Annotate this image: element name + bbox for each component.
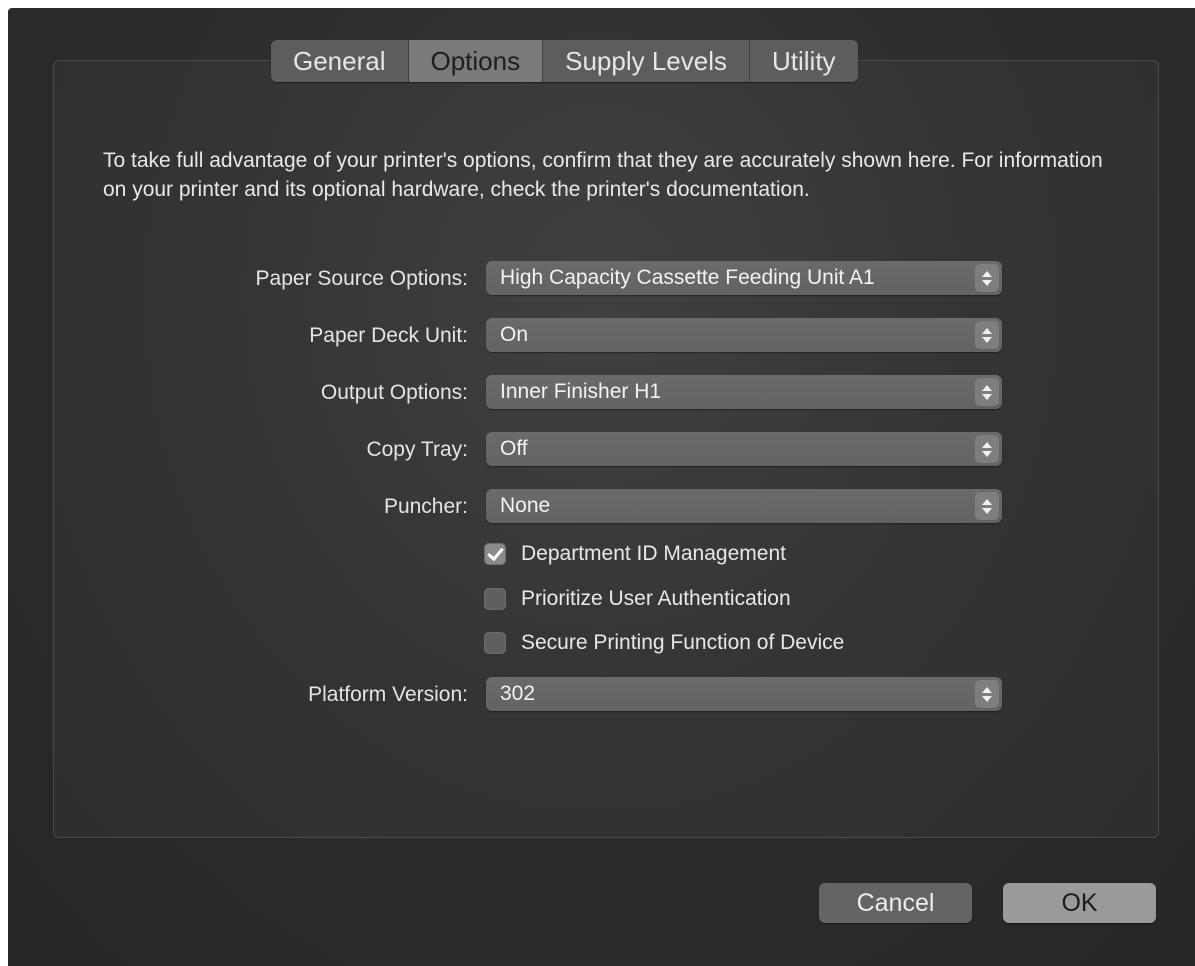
copy-tray-popup[interactable]: Off (486, 432, 1002, 466)
output-options-popup[interactable]: Inner Finisher H1 (486, 375, 1002, 409)
copy-tray-row: Copy Tray: Off (8, 432, 1008, 468)
copy-tray-label: Copy Tray: (366, 438, 468, 461)
prioritize-auth-checkbox-row[interactable]: Prioritize User Authentication (484, 584, 791, 614)
department-id-checkbox[interactable] (484, 543, 506, 565)
prioritize-auth-label: Prioritize User Authentication (521, 587, 791, 610)
platform-version-label: Platform Version: (308, 683, 468, 706)
tab-options[interactable]: Options (408, 40, 544, 82)
copy-tray-value: Off (500, 437, 528, 460)
paper-deck-value: On (500, 323, 529, 346)
department-id-label: Department ID Management (521, 542, 786, 565)
up-down-arrows-icon (975, 680, 999, 708)
up-down-arrows-icon (975, 492, 999, 520)
department-id-checkbox-row[interactable]: Department ID Management (484, 539, 786, 569)
secure-printing-checkbox-row[interactable]: Secure Printing Function of Device (484, 628, 844, 658)
up-down-arrows-icon (975, 378, 999, 406)
intro-text: To take full advantage of your printer's… (103, 149, 1103, 201)
prioritize-auth-checkbox[interactable] (484, 588, 506, 610)
secure-printing-label: Secure Printing Function of Device (521, 631, 845, 654)
checkmark-icon (487, 543, 504, 562)
paper-source-row: Paper Source Options: High Capacity Cass… (8, 261, 1008, 297)
puncher-label: Puncher: (383, 495, 468, 518)
secure-printing-checkbox[interactable] (484, 632, 506, 654)
output-options-value: Inner Finisher H1 (500, 380, 662, 403)
output-options-row: Output Options: Inner Finisher H1 (8, 375, 1008, 411)
up-down-arrows-icon (975, 264, 999, 292)
paper-deck-popup[interactable]: On (486, 318, 1002, 352)
puncher-value: None (500, 494, 551, 517)
ok-button[interactable]: OK (1003, 883, 1156, 923)
platform-version-value: 302 (500, 682, 536, 705)
cancel-button[interactable]: Cancel (819, 883, 972, 923)
paper-source-value: High Capacity Cassette Feeding Unit A1 (500, 266, 875, 289)
printer-options-dialog: General Options Supply Levels Utility To… (8, 8, 1195, 966)
tab-utility[interactable]: Utility (750, 40, 858, 82)
puncher-popup[interactable]: None (486, 489, 1002, 523)
platform-version-row: Platform Version: 302 (8, 677, 1008, 713)
tab-general[interactable]: General (271, 40, 409, 82)
paper-deck-label: Paper Deck Unit: (309, 324, 468, 347)
up-down-arrows-icon (975, 435, 999, 463)
paper-source-label: Paper Source Options: (255, 267, 468, 290)
up-down-arrows-icon (975, 321, 999, 349)
paper-deck-row: Paper Deck Unit: On (8, 318, 1008, 354)
output-options-label: Output Options: (320, 381, 468, 404)
tab-bar: General Options Supply Levels Utility (271, 40, 858, 82)
tab-supply-levels[interactable]: Supply Levels (543, 40, 750, 82)
paper-source-popup[interactable]: High Capacity Cassette Feeding Unit A1 (486, 261, 1002, 295)
puncher-row: Puncher: None (8, 489, 1008, 525)
platform-version-popup[interactable]: 302 (486, 677, 1002, 711)
